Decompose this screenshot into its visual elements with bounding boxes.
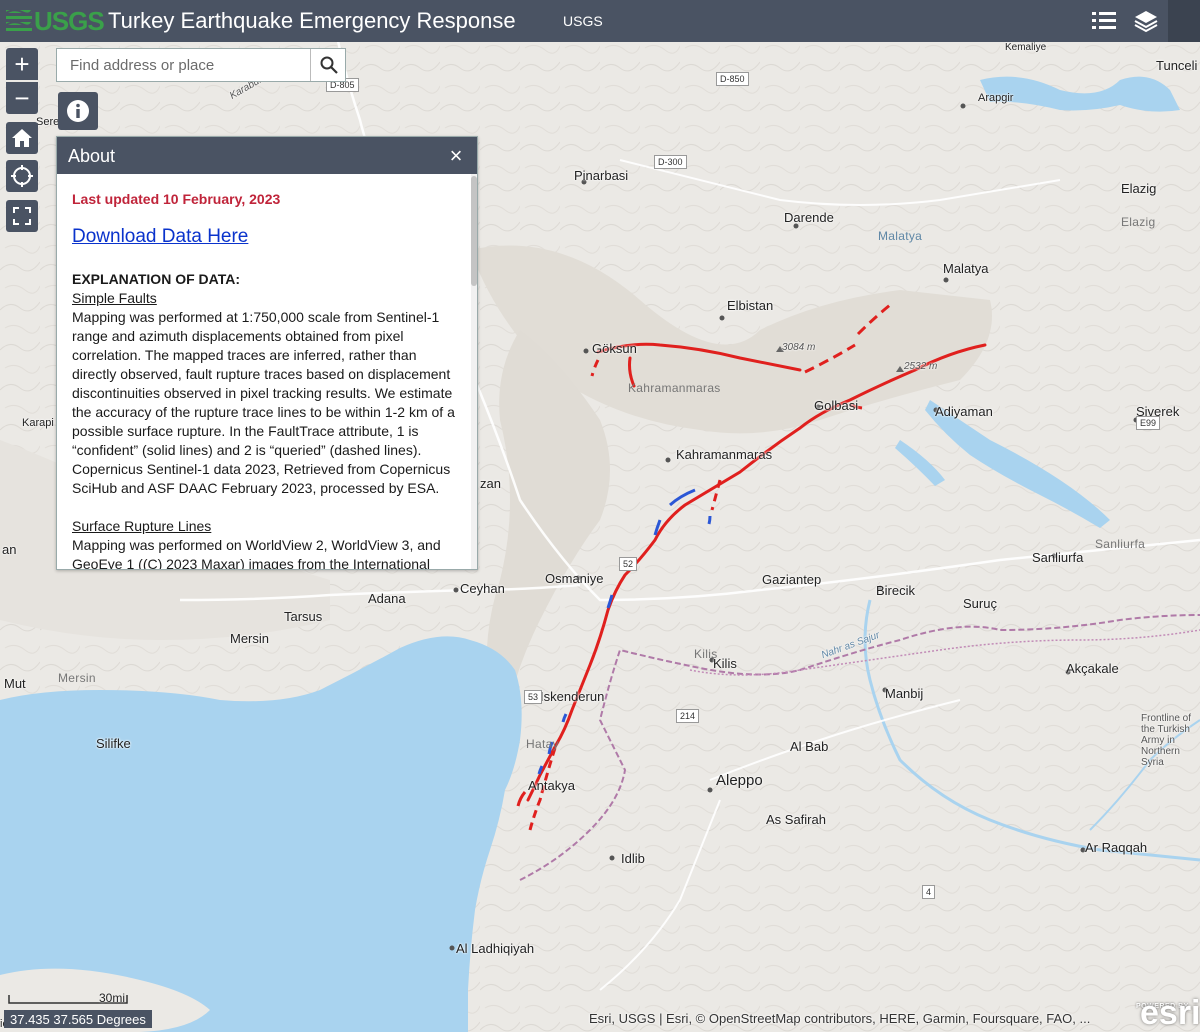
map-label-elazig-city: Elazig [1121, 181, 1157, 196]
search-box [56, 48, 346, 82]
map-label-akcakale: Akçakale [1066, 661, 1119, 676]
map-label-frontline: Frontline of the Turkish Army in Norther… [1141, 713, 1192, 768]
map-label-arapgir: Arapgir [978, 92, 1014, 104]
last-updated-text: Last updated 10 February, 2023 [72, 191, 281, 207]
map-label-manbij: Manbij [885, 686, 924, 701]
search-input[interactable] [57, 49, 311, 81]
map-label-gaziantep: Gaziantep [762, 572, 822, 587]
road-shield-4: 4 [922, 885, 936, 899]
esri-logo: POWERED BY esri [1136, 990, 1200, 1032]
scale-label: 30mi [99, 991, 126, 1005]
section-title-simple-faults: Simple Faults [72, 290, 157, 306]
info-icon [67, 100, 89, 122]
road-shield-e99: E99 [1136, 416, 1161, 430]
map-label-mersin-city: Mersin [230, 631, 270, 646]
map-label-sanliurfa-region: Sanliurfa [1095, 537, 1146, 551]
map-label-ceyhan: Ceyhan [460, 581, 505, 596]
map-label-adana: Adana [368, 591, 406, 606]
map-label-kemaliye: Kemaliye [1005, 42, 1047, 53]
map-label-elbistan: Elbistan [727, 298, 774, 313]
map-label-al-ladhiqiyah: Al Ladhiqiyah [456, 941, 535, 956]
road-shield-52: 52 [619, 557, 638, 571]
elevation-label-2: 2532 m [904, 361, 938, 372]
map-label-silifke: Silifke [96, 736, 131, 751]
map-label-antakya: Antakya [528, 778, 575, 793]
zoom-out-button[interactable]: − [6, 82, 38, 114]
about-panel-title: About [68, 146, 116, 166]
explanation-heading: EXPLANATION OF DATA: [72, 271, 240, 287]
map-label-aleppo: Aleppo [716, 772, 763, 789]
layers-stack-icon [1134, 11, 1158, 33]
usgs-logo-text: USGS [34, 6, 105, 36]
elevation-label-1: 3084 m [782, 342, 816, 353]
map-label-mut: Mut [4, 676, 26, 691]
map-label-sanliurfa-city: Sanliurfa [1032, 550, 1084, 565]
map-label-kahramanmaras-region: Kahramanmaras [628, 381, 721, 395]
map-label-iskenderun: Iskenderun [540, 689, 605, 704]
map-label-malatya-city: Malatya [943, 261, 989, 276]
map-label-pinarbasi: Pinarbasi [574, 168, 629, 183]
about-panel-header: About × [57, 137, 477, 174]
esri-logo-text: esri [1140, 994, 1200, 1032]
road-shield-d850: D-850 [716, 72, 749, 86]
about-panel-scrollbar[interactable] [471, 174, 477, 569]
scrollbar-thumb[interactable] [471, 176, 477, 286]
home-icon [12, 129, 32, 147]
map-label-adiyaman: Adiyaman [935, 404, 993, 419]
locate-icon [11, 165, 33, 187]
road-shield-53: 53 [524, 690, 543, 704]
map-label-darende: Darende [784, 210, 834, 225]
map-label-kahramanmaras-city: Kahramanmaras [676, 447, 773, 462]
layers-button[interactable] [1126, 0, 1166, 42]
map-label-karapi: Karapi [22, 417, 54, 429]
search-icon [320, 56, 338, 74]
section-title-surface-rupture: Surface Rupture Lines [72, 518, 212, 534]
search-button[interactable] [310, 49, 346, 81]
map-label-hatay-region: Hatay [526, 737, 559, 751]
map-label-ar-raqqah: Ar Raqqah [1085, 840, 1148, 855]
plus-icon: + [14, 49, 30, 79]
minus-icon: − [14, 83, 30, 113]
app-subtitle: USGS [563, 13, 603, 29]
map-label-goksun: Göksun [592, 341, 637, 356]
legend-button[interactable] [1084, 0, 1124, 42]
map-label-as-safirah: As Safirah [766, 812, 826, 827]
app-title: Turkey Earthquake Emergency Response [108, 8, 516, 33]
road-shield-214: 214 [676, 709, 700, 723]
map-label-zan: zan [480, 476, 501, 491]
fullscreen-button[interactable] [6, 200, 38, 232]
home-button[interactable] [6, 122, 38, 154]
map-label-idlib: Idlib [621, 851, 645, 866]
coordinates-readout: 37.435 37.565 Degrees [4, 1010, 152, 1028]
map-label-osmaniye: Osmaniye [545, 571, 604, 586]
zoom-in-button[interactable]: + [6, 48, 38, 80]
info-button[interactable] [58, 92, 98, 130]
map-label-golbasi: Golbasi [814, 398, 859, 413]
locate-button[interactable] [6, 160, 38, 192]
map-label-kilis-region: Kilis [694, 647, 718, 661]
usgs-logo: USGS [4, 4, 105, 38]
about-panel: About × Last updated 10 February, 2023 D… [56, 136, 478, 570]
map-label-al-bab: Al Bab [790, 739, 829, 754]
map-label-an: an [2, 542, 17, 557]
download-data-link[interactable]: Download Data Here [72, 227, 457, 246]
map-label-elazig-region: Elazig [1121, 215, 1156, 229]
map-attribution[interactable]: Esri, USGS | Esri, © OpenStreetMap contr… [589, 1011, 1090, 1026]
map-label-tarsus: Tarsus [284, 609, 323, 624]
app-header: USGS Turkey Earthquake Emergency Respons… [0, 0, 1200, 42]
about-panel-body[interactable]: Last updated 10 February, 2023 Download … [57, 174, 471, 569]
map-label-birecik: Birecik [876, 583, 916, 598]
fullscreen-icon [13, 207, 31, 225]
road-shield-d300: D-300 [654, 155, 687, 169]
map-label-mersin-region: Mersin [58, 671, 96, 685]
map-label-tunceli: Tunceli [1156, 58, 1198, 73]
map-label-malatya-region: Malatya [878, 229, 923, 243]
legend-list-icon [1092, 12, 1116, 29]
close-icon[interactable]: × [443, 143, 469, 169]
section-text-simple-faults: Mapping was performed at 1:750,000 scale… [72, 309, 455, 496]
section-text-surface-rupture: Mapping was performed on WorldView 2, Wo… [72, 537, 441, 569]
more-button[interactable] [1168, 0, 1200, 42]
map-label-suruc: Suruç [963, 596, 997, 611]
